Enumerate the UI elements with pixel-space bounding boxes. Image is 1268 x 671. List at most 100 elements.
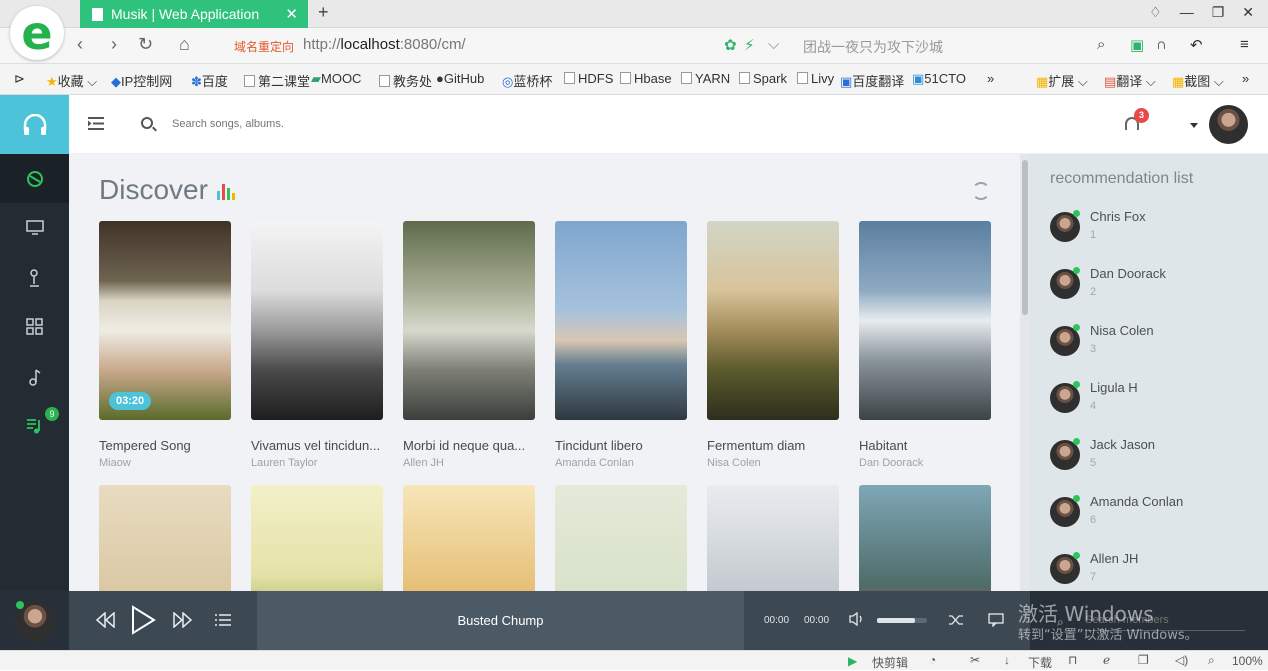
song-card[interactable]: Tincidunt libero Amanda Conlan — [555, 221, 687, 469]
browser-tab[interactable]: Musik | Web Application ✕ — [80, 0, 308, 28]
album-cover[interactable] — [403, 485, 535, 591]
headphone-icon[interactable]: ∩ — [1156, 36, 1167, 53]
user-avatar[interactable] — [1209, 105, 1248, 144]
search-icon[interactable] — [141, 117, 153, 129]
member-name[interactable]: Ligula H — [1090, 380, 1138, 395]
translate-menu[interactable]: ▤翻译 ⌵ — [1104, 71, 1156, 90]
restore-page-icon[interactable]: ❐ — [1138, 653, 1149, 667]
song-artist[interactable]: Amanda Conlan — [555, 457, 687, 469]
search-input[interactable] — [172, 118, 412, 130]
undo-icon[interactable]: ↶ — [1190, 36, 1203, 54]
bookmark-item[interactable]: 第二课堂 — [244, 71, 310, 90]
bookmark-item[interactable]: Spark — [739, 71, 787, 86]
list-icon[interactable] — [215, 614, 231, 626]
member-name[interactable]: Allen JH — [1090, 551, 1138, 566]
chat-icon[interactable] — [988, 613, 1004, 627]
window-mode-icon[interactable]: ⊓ — [1068, 653, 1077, 667]
member-item[interactable]: Allen JH 7 — [1050, 550, 1260, 590]
album-cover[interactable] — [859, 485, 991, 591]
search-hint[interactable]: 团战一夜只为攻下沙城 — [803, 37, 943, 57]
skin-icon[interactable]: ♢ — [1149, 4, 1162, 21]
bookmark-item[interactable]: ▰MOOC — [311, 71, 361, 87]
song-title[interactable]: Tincidunt libero — [555, 438, 687, 453]
bookmark-item[interactable]: YARN — [681, 71, 730, 86]
bookmark-item[interactable]: HDFS — [564, 71, 613, 86]
home-icon[interactable]: ⌂ — [179, 34, 190, 55]
album-cover[interactable] — [251, 485, 383, 591]
sidebar-item-discover[interactable] — [0, 154, 69, 203]
shuffle-icon[interactable] — [948, 613, 964, 627]
song-card[interactable]: Morbi id neque qua... Allen JH — [403, 221, 535, 469]
reload-icon[interactable]: ↻ — [138, 34, 153, 55]
song-card[interactable] — [859, 485, 991, 591]
member-item[interactable]: Chris Fox 1 — [1050, 208, 1260, 248]
song-card[interactable]: Vivamus vel tincidun... Lauren Taylor — [251, 221, 383, 469]
song-card[interactable] — [403, 485, 535, 591]
scrollbar-thumb[interactable] — [1022, 160, 1028, 315]
quick-cut-label[interactable]: 快剪辑 — [872, 654, 908, 671]
member-item[interactable]: Dan Doorack 2 — [1050, 265, 1260, 305]
sidebar-item-videos[interactable] — [0, 203, 69, 252]
album-cover[interactable] — [707, 485, 839, 591]
download-label[interactable]: 下载 — [1028, 654, 1052, 671]
zoom-level[interactable]: 100% — [1232, 654, 1263, 668]
album-cover[interactable] — [555, 485, 687, 591]
menu-icon[interactable]: ≡ — [1240, 36, 1249, 53]
song-card[interactable] — [555, 485, 687, 591]
album-cover[interactable] — [251, 221, 383, 420]
sidebar-item-albums[interactable] — [0, 302, 69, 351]
song-card[interactable]: Fermentum diam Nisa Colen — [707, 221, 839, 469]
download-icon[interactable]: ↓ — [1004, 653, 1010, 667]
bookmark-item[interactable]: ◆IP控制网 — [111, 71, 172, 90]
song-card[interactable]: Habitant Dan Doorack — [859, 221, 991, 469]
sidebar-toggle-icon[interactable]: ⊳ — [14, 71, 25, 87]
bookmark-item[interactable]: Livy — [797, 71, 834, 86]
song-artist[interactable]: Miaow — [99, 457, 231, 469]
speed-mode-icon[interactable]: ⚡ — [744, 36, 755, 54]
member-name[interactable]: Nisa Colen — [1090, 323, 1154, 338]
song-title[interactable]: Habitant — [859, 438, 991, 453]
member-item[interactable]: Amanda Conlan 6 — [1050, 493, 1260, 533]
next-icon[interactable] — [172, 612, 194, 628]
tools-icon[interactable]: ✂ — [970, 653, 980, 667]
minimize-icon[interactable]: — — [1180, 4, 1194, 21]
song-title[interactable]: Morbi id neque qua... — [403, 438, 535, 453]
volume-icon[interactable] — [849, 612, 865, 626]
forward-icon[interactable]: › — [111, 34, 117, 55]
song-artist[interactable]: Nisa Colen — [707, 457, 839, 469]
album-cover[interactable] — [707, 221, 839, 420]
refresh-icon[interactable] — [972, 182, 990, 200]
clipboard-icon[interactable]: ▣ — [1130, 36, 1144, 54]
browser-search-icon[interactable]: ⌕ — [1097, 36, 1105, 53]
song-card[interactable]: 03:20 Tempered Song Miaow — [99, 221, 231, 469]
album-cover[interactable]: 03:20 — [99, 221, 231, 420]
mute-icon[interactable]: ◁) — [1175, 653, 1188, 667]
play-icon[interactable] — [129, 605, 157, 635]
bookmark-item[interactable]: ▣51CTO — [912, 71, 966, 87]
close-window-icon[interactable]: ✕ — [1242, 4, 1254, 21]
song-artist[interactable]: Dan Doorack — [859, 457, 991, 469]
scrollbar[interactable] — [1020, 154, 1030, 591]
indent-menu-icon[interactable] — [88, 117, 104, 130]
member-name[interactable]: Jack Jason — [1090, 437, 1155, 452]
sidebar-item-artists[interactable] — [0, 253, 69, 302]
address-bar[interactable]: http://localhost:8080/cm/ — [303, 36, 466, 53]
sidebar-item-songs[interactable] — [0, 352, 69, 401]
song-title[interactable]: Fermentum diam — [707, 438, 839, 453]
security-icon[interactable]: ✿ — [724, 36, 737, 54]
bookmark-item[interactable]: 教务处 — [379, 71, 432, 90]
song-card[interactable] — [99, 485, 231, 591]
screenshot-menu[interactable]: ▦截图 ⌵ — [1172, 71, 1224, 90]
member-name[interactable]: Amanda Conlan — [1090, 494, 1183, 509]
member-item[interactable]: Jack Jason 5 — [1050, 436, 1260, 476]
bookmark-item[interactable]: ●GitHub — [436, 71, 484, 86]
brand-logo[interactable] — [0, 95, 69, 154]
member-item[interactable]: Ligula H 4 — [1050, 379, 1260, 419]
dropdown-icon[interactable]: ⌵ — [768, 36, 779, 53]
song-artist[interactable]: Allen JH — [403, 457, 535, 469]
new-tab-button[interactable]: + — [318, 2, 329, 23]
member-item[interactable]: Nisa Colen 3 — [1050, 322, 1260, 362]
album-cover[interactable] — [859, 221, 991, 420]
chevron-down-icon[interactable] — [1190, 123, 1198, 128]
zoom-icon[interactable]: ⌕ — [1208, 653, 1215, 668]
